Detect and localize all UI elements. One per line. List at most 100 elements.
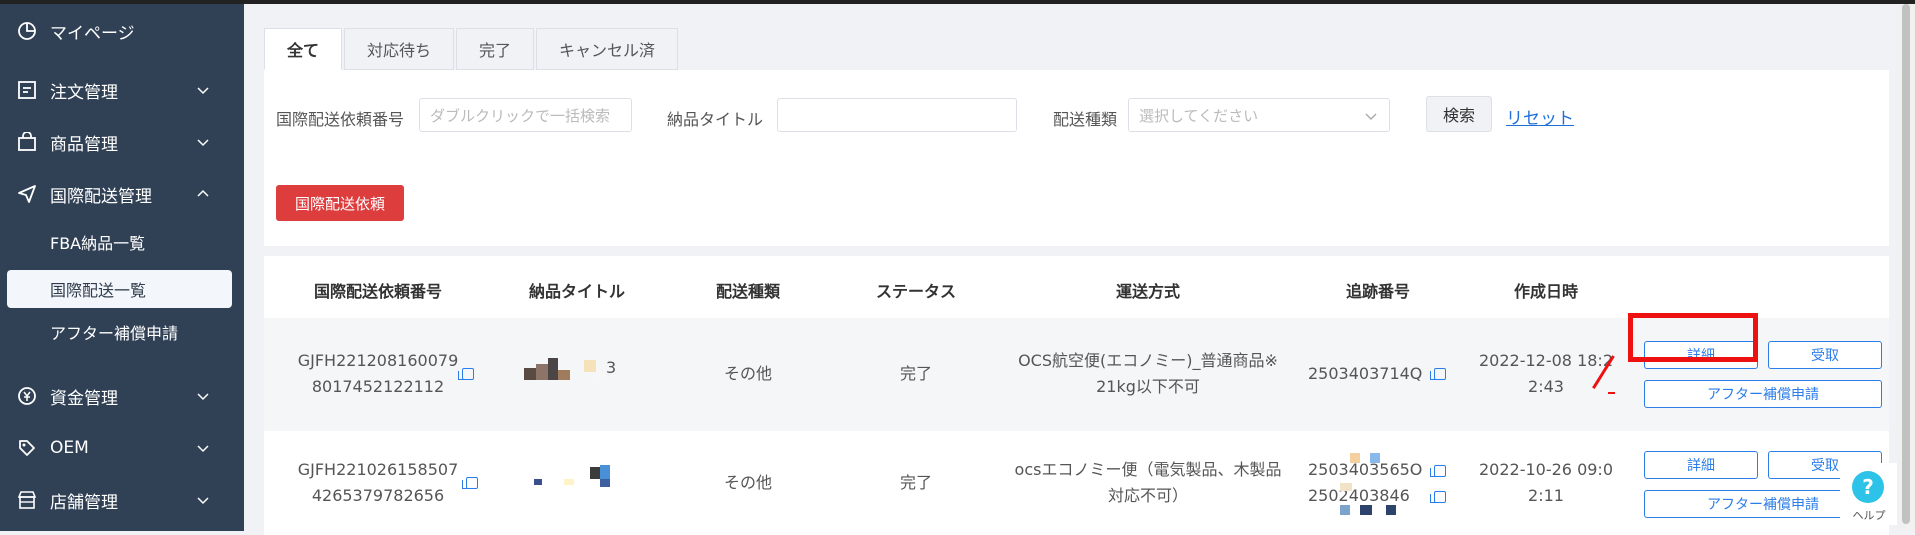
copy-icon[interactable] — [1430, 465, 1446, 477]
copy-icon[interactable] — [462, 477, 478, 489]
blurred-title: 3 — [524, 358, 634, 380]
send-icon — [16, 183, 38, 205]
copy-icon[interactable] — [1430, 368, 1446, 380]
tracking-cell: 2503403714Q — [1308, 364, 1423, 383]
title-label: 納品タイトル — [667, 110, 764, 129]
method-line: ocsエコノミー便（電気製品、木製品 — [1014, 460, 1282, 479]
reset-link[interactable]: リセット — [1506, 104, 1574, 129]
type-label: 配送種類 — [1053, 110, 1118, 129]
th-method: 運送方式 — [1115, 282, 1181, 301]
sidebar-item-products[interactable]: 商品管理 — [0, 122, 244, 162]
sidebar-subitem-label: アフター補償申請 — [50, 324, 179, 343]
sidebar-item-orders[interactable]: 注文管理 — [0, 70, 244, 110]
sidebar-subitem-label: FBA納品一覧 — [50, 234, 146, 253]
blurred-title — [534, 465, 624, 487]
shipping-table: 国際配送依頼番号 納品タイトル 配送種類 ステータス 運送方式 追跡番号 作成日… — [264, 256, 1889, 535]
created-line: 2022-10-26 09:0 — [1479, 460, 1613, 479]
status-tabs: 全て 対応待ち 完了 キャンセル済 — [264, 28, 680, 70]
status-cell: 完了 — [899, 473, 932, 492]
type-cell: その他 — [723, 473, 772, 492]
sidebar-item-label: 注文管理 — [50, 82, 118, 103]
receive-button[interactable]: 受取 — [1768, 341, 1882, 369]
detail-button[interactable]: 詳細 — [1644, 451, 1758, 479]
method-line: OCS航空便(エコノミー)_普通商品※ — [1018, 351, 1278, 370]
sidebar-item-label: 国際配送管理 — [50, 186, 152, 207]
chevron-down-icon — [197, 445, 209, 453]
sidebar-subitem-label: 国際配送一覧 — [50, 281, 147, 300]
tab-cancelled[interactable]: キャンセル済 — [536, 28, 678, 70]
sidebar-item-mypage[interactable]: マイページ — [0, 11, 244, 51]
type-cell: その他 — [723, 364, 772, 383]
created-line: 2:11 — [1528, 486, 1564, 505]
created-cell: 2022-10-26 09:0 2:11 — [1476, 457, 1616, 509]
sidebar-item-label: 資金管理 — [50, 388, 118, 409]
create-shipping-button[interactable]: 国際配送依頼 — [276, 185, 404, 221]
copy-icon[interactable] — [1430, 491, 1446, 503]
copy-icon[interactable] — [458, 368, 474, 380]
table-header: 国際配送依頼番号 納品タイトル 配送種類 ステータス 運送方式 追跡番号 作成日… — [264, 256, 1889, 318]
method-line: 対応不可） — [1107, 486, 1188, 505]
method-cell: ocsエコノミー便（電気製品、木製品 対応不可） — [1003, 457, 1293, 509]
th-status: ステータス — [875, 282, 957, 301]
type-select-placeholder: 選択してください — [1139, 106, 1259, 125]
sidebar-item-label: 店舗管理 — [50, 492, 118, 513]
status-cell: 完了 — [899, 364, 932, 383]
shipping-no-input[interactable]: ダブルクリックで一括検索 — [419, 98, 632, 132]
shipping-no-line: 4265379782656 — [311, 486, 445, 505]
title-fragment: 3 — [606, 358, 617, 377]
chevron-down-icon — [197, 497, 209, 505]
chevron-down-icon — [1365, 113, 1377, 120]
shipping-no-line: GJFH221026158507 — [297, 460, 459, 479]
store-icon — [16, 489, 38, 511]
filter-panel: 国際配送依頼番号 ダブルクリックで一括検索 納品タイトル 配送種類 選択してくだ… — [264, 70, 1889, 246]
main-content: 全て 対応待ち 完了 キャンセル済 国際配送依頼番号 ダブルクリックで一括検索 … — [244, 4, 1915, 535]
highlight-box — [1628, 313, 1758, 362]
shipping-no-label: 国際配送依頼番号 — [276, 110, 405, 129]
sidebar-subitem-shipping-list[interactable]: 国際配送一覧 — [7, 270, 232, 308]
chevron-down-icon — [197, 87, 209, 95]
sidebar-item-stores[interactable]: 店舗管理 — [0, 480, 244, 520]
shipping-no-cell: GJFH221026158507 4265379782656 — [264, 457, 492, 509]
sidebar-item-label: マイページ — [50, 23, 135, 44]
help-widget[interactable]: ? ヘルプ — [1840, 463, 1902, 525]
created-line: 2022-12-08 18:2 — [1479, 351, 1613, 370]
chevron-down-icon — [197, 139, 209, 147]
scrollbar-thumb[interactable] — [1902, 4, 1910, 524]
chevron-down-icon — [197, 393, 209, 401]
sidebar-item-label: 商品管理 — [50, 134, 118, 155]
th-tracking: 追跡番号 — [1345, 282, 1411, 301]
title-input[interactable] — [777, 98, 1017, 132]
th-title: 納品タイトル — [528, 282, 626, 301]
blurred-tracking — [1340, 453, 1400, 517]
tab-completed[interactable]: 完了 — [456, 28, 534, 70]
annotation-mark — [1608, 392, 1615, 394]
table-row: GJFH221026158507 4265379782656 その他 完了 oc… — [264, 431, 1889, 535]
chart-pie-icon — [16, 20, 38, 42]
sidebar: マイページ 注文管理 商品管理 国際配送管理 FBA納品一覧 国際配送一覧 アフ… — [0, 4, 244, 531]
search-button[interactable]: 検索 — [1426, 96, 1492, 132]
method-line: 21kg以下不可 — [1096, 377, 1200, 396]
help-label: ヘルプ — [1852, 509, 1886, 522]
sidebar-item-funds[interactable]: 資金管理 — [0, 376, 244, 416]
th-shipping-no: 国際配送依頼番号 — [313, 282, 443, 301]
sidebar-subitem-fba[interactable]: FBA納品一覧 — [0, 223, 244, 261]
th-type: 配送種類 — [715, 282, 781, 301]
sidebar-subitem-after[interactable]: アフター補償申請 — [0, 313, 244, 351]
sidebar-item-label: OEM — [50, 438, 89, 458]
created-cell: 2022-12-08 18:2 2:43 — [1476, 348, 1616, 400]
sidebar-item-oem[interactable]: OEM — [0, 428, 244, 468]
tag-icon — [16, 437, 38, 459]
bag-icon — [16, 131, 38, 153]
tab-all[interactable]: 全て — [264, 28, 342, 70]
help-icon: ? — [1852, 471, 1884, 503]
sidebar-item-shipping[interactable]: 国際配送管理 — [0, 174, 244, 214]
after-claim-button[interactable]: アフター補償申請 — [1644, 380, 1882, 408]
method-cell: OCS航空便(エコノミー)_普通商品※ 21kg以下不可 — [1003, 348, 1293, 400]
tab-pending[interactable]: 対応待ち — [344, 28, 454, 70]
list-icon — [16, 79, 38, 101]
vertical-scrollbar[interactable] — [1897, 4, 1915, 531]
type-select[interactable]: 選択してください — [1128, 98, 1390, 132]
yen-icon — [16, 385, 38, 407]
th-created: 作成日時 — [1513, 282, 1579, 301]
chevron-up-icon — [197, 189, 209, 197]
